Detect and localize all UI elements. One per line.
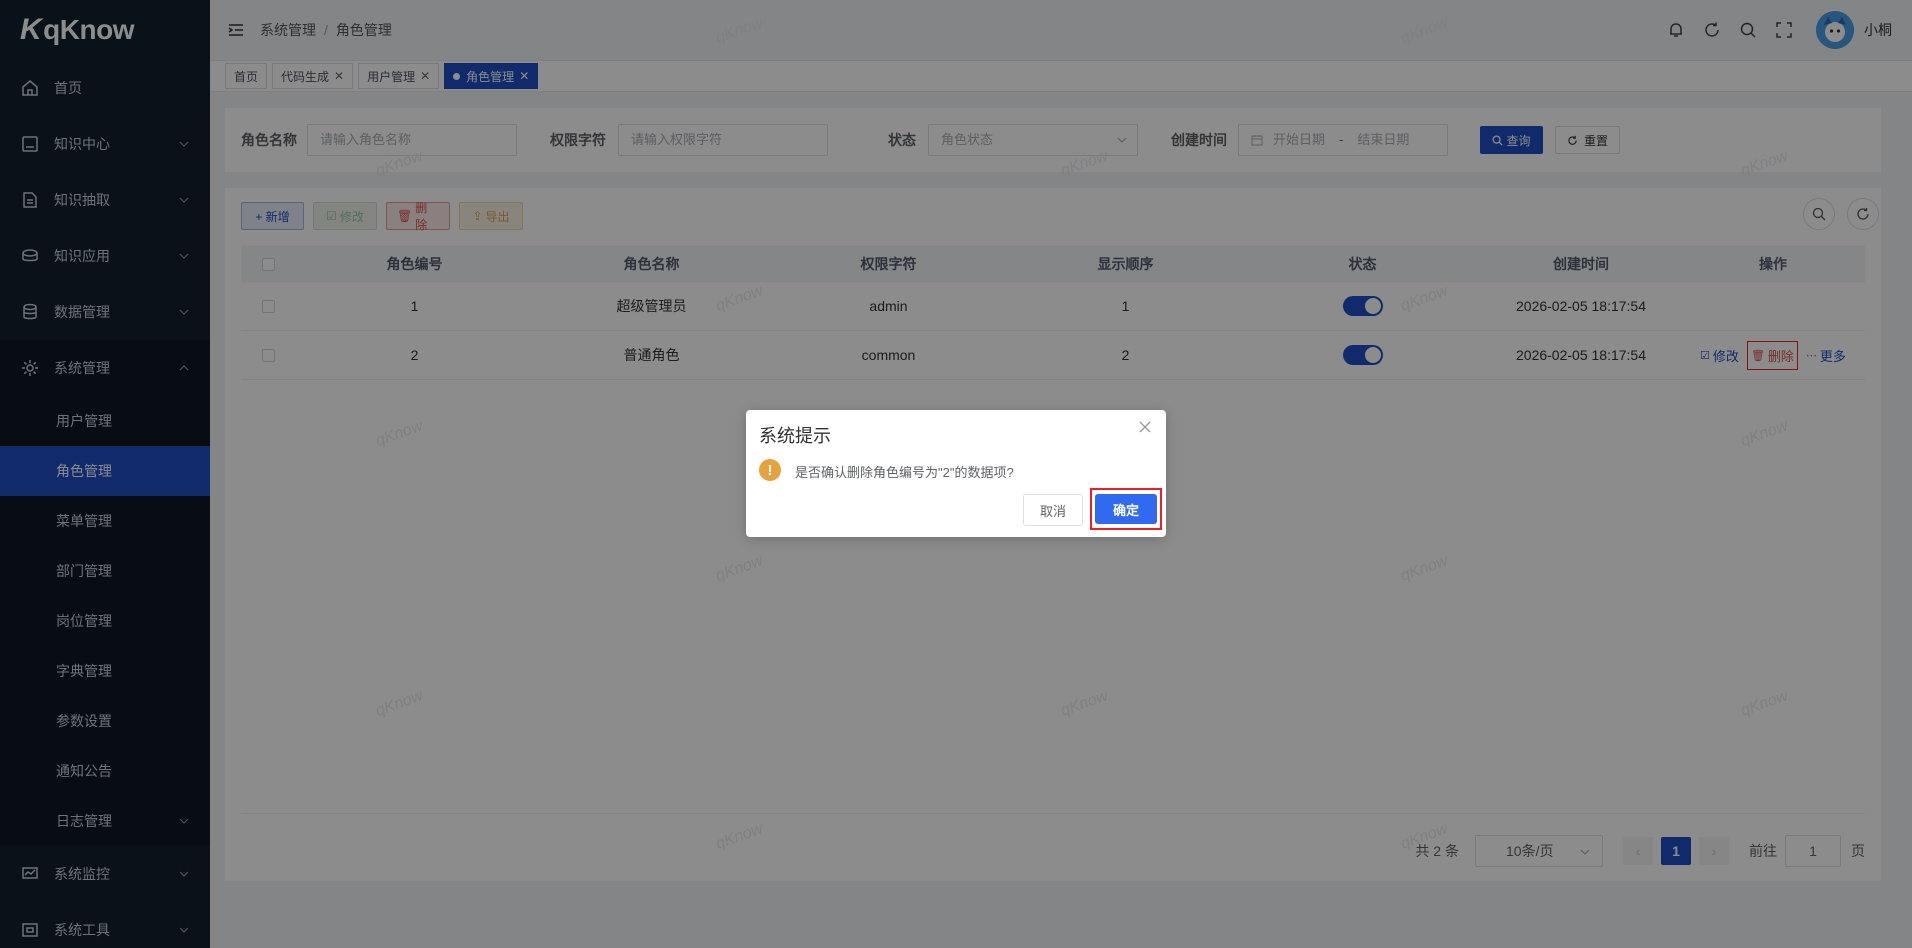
dialog-message: 是否确认删除角色编号为"2"的数据项? — [795, 465, 1014, 480]
confirm-highlight: 确定 — [1090, 488, 1162, 530]
close-icon[interactable] — [1138, 420, 1152, 434]
dialog-title: 系统提示 — [759, 426, 831, 446]
confirm-button[interactable]: 确定 — [1095, 494, 1157, 524]
warning-icon: ! — [759, 459, 781, 481]
cancel-button[interactable]: 取消 — [1023, 494, 1083, 526]
confirm-dialog: 系统提示 ! 是否确认删除角色编号为"2"的数据项? 取消 确定 — [746, 410, 1166, 537]
